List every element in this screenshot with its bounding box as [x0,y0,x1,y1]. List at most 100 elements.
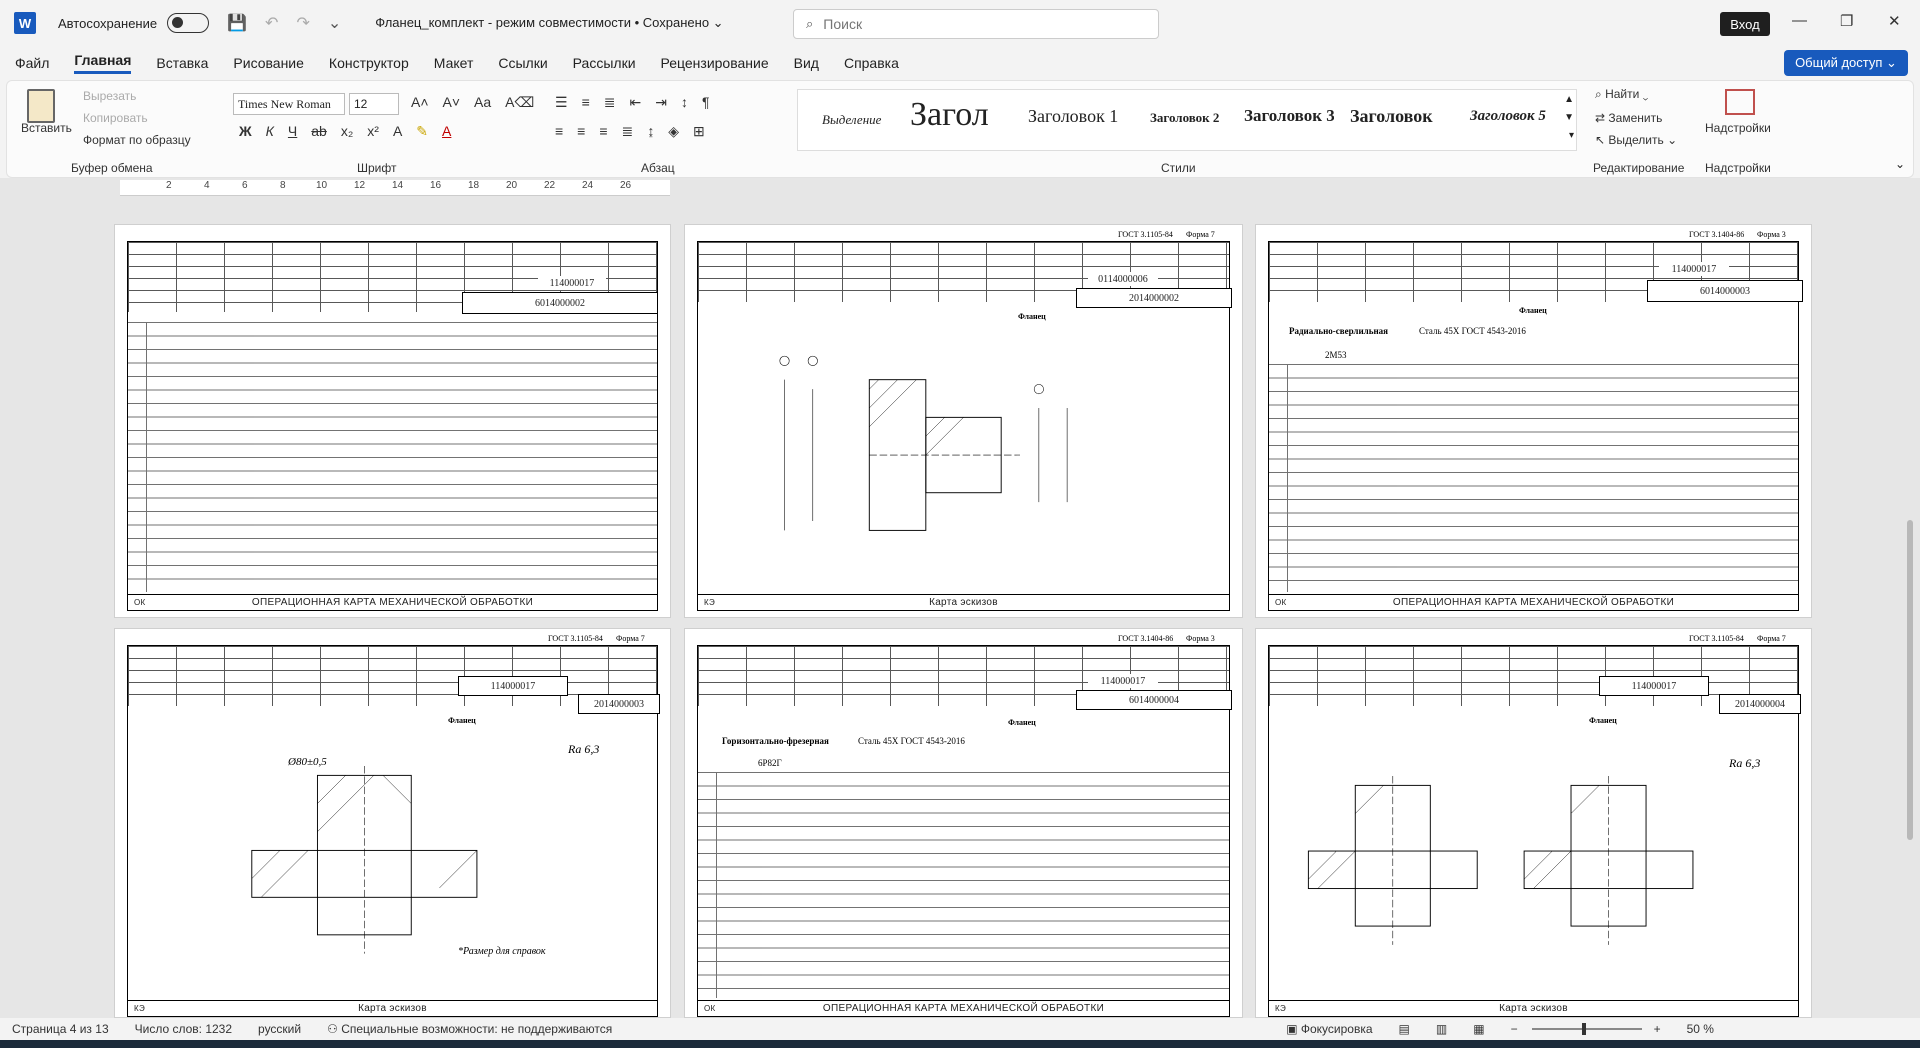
style-heading-3[interactable]: Заголовок 3 [1244,106,1334,126]
paste-button[interactable]: Вставить [21,121,72,135]
tab-layout[interactable]: Макет [434,55,474,71]
search-box[interactable]: ⌕ [793,9,1159,39]
paste-icon[interactable] [27,89,55,123]
web-layout-icon[interactable]: ▦ [1473,1022,1484,1036]
tab-help[interactable]: Справка [844,55,899,71]
align-center-icon[interactable]: ≡ [577,123,585,140]
styles-more-icon[interactable]: ▾ [1569,130,1574,141]
page-card-2[interactable]: ГОСТ 3.1404-86 Форма 3 114000017 6014000… [1255,224,1812,618]
select-button[interactable]: ↖ Выделить ⌄ [1595,133,1677,147]
tab-view[interactable]: Вид [794,55,819,71]
page-sketch-3[interactable]: ГОСТ 3.1105-84 Форма 7 114000017 2014000… [1255,628,1812,1018]
shrink-font-icon[interactable]: A˅ [443,94,461,111]
line-spacing-icon[interactable]: ↨ [647,123,654,140]
replace-button[interactable]: ⇄ Заменить [1595,111,1662,125]
borders-icon[interactable]: ⊞ [693,123,705,140]
zoom-out-icon[interactable]: − [1511,1022,1518,1036]
change-case-icon[interactable]: Aa [474,94,491,111]
zoom-in-icon[interactable]: + [1654,1022,1661,1036]
restore-icon[interactable]: ❐ [1840,12,1853,30]
addins-icon[interactable] [1725,89,1755,115]
increase-indent-icon[interactable]: ⇥ [655,94,667,111]
undo-icon[interactable]: ↶ [265,13,278,33]
word-logo-icon: W [14,12,36,34]
print-layout-icon[interactable]: ▥ [1436,1022,1447,1036]
font-color-icon[interactable]: A [442,123,451,140]
find-button[interactable]: ⌕ Найти ⌄ [1595,87,1648,102]
select-icon: ↖ [1595,133,1609,147]
horizontal-ruler[interactable]: 2 4 6 8 10 12 14 16 18 20 22 24 26 [120,180,670,196]
customize-toolbar-icon[interactable]: ⌄ [328,13,341,33]
zoom-slider-thumb[interactable] [1581,1023,1586,1035]
share-button[interactable]: Общий доступ ⌄ [1784,50,1908,76]
grow-font-icon[interactable]: A˄ [411,94,429,111]
strikethrough-icon[interactable]: ab [311,123,327,140]
tab-file[interactable]: Файл [15,55,49,71]
focus-mode-button[interactable]: ▣ Фокусировка [1286,1022,1372,1036]
minimize-icon[interactable]: — [1792,12,1807,29]
tab-draw[interactable]: Рисование [233,55,304,71]
vertical-scrollbar-thumb[interactable] [1907,520,1913,840]
sort-icon[interactable]: ↕ [681,94,688,111]
tab-insert[interactable]: Вставка [156,55,208,71]
numbering-icon[interactable]: ≡ [582,94,590,111]
redo-icon[interactable]: ↷ [296,13,309,33]
style-emphasis[interactable]: Выделение [822,112,881,128]
save-icon[interactable]: 💾 [227,13,247,33]
clear-format-icon[interactable]: A⌫ [505,94,534,111]
page-card-3[interactable]: ГОСТ 3.1404-86 Форма 3 114000017 6014000… [684,628,1243,1018]
login-button[interactable]: Вход [1720,12,1770,36]
underline-icon[interactable]: Ч [288,123,297,140]
page-sketch-2[interactable]: ГОСТ 3.1105-84 Форма 7 114000017 2014000… [114,628,671,1018]
accessibility-status[interactable]: ⚇ Специальные возможности: не поддержива… [327,1022,612,1036]
text-effects-icon[interactable]: A [393,123,402,140]
font-size-select[interactable]: 12 [349,93,399,115]
page-sketch-1[interactable]: ГОСТ 3.1105-84 Форма 7 0114000006 201400… [684,224,1243,618]
collapse-ribbon-icon[interactable]: ⌄ [1895,157,1905,171]
style-heading[interactable]: Заголовок [1350,106,1433,127]
word-count[interactable]: Число слов: 1232 [135,1022,232,1036]
multilevel-list-icon[interactable]: ≣ [604,94,616,111]
style-heading-1[interactable]: Заголовок 1 [1028,106,1118,127]
align-right-icon[interactable]: ≡ [599,123,607,140]
ribbon: Вставить Вырезать Копировать Формат по о… [6,80,1914,178]
tab-design[interactable]: Конструктор [329,55,409,71]
styles-scroll-up-icon[interactable]: ▲ [1564,94,1574,105]
autosave-toggle[interactable] [167,13,210,33]
style-heading-2[interactable]: Заголовок 2 [1150,110,1219,126]
justify-icon[interactable]: ≣ [622,123,634,140]
read-mode-icon[interactable]: ▤ [1399,1022,1410,1036]
italic-icon[interactable]: К [266,123,274,140]
shading-icon[interactable]: ◈ [668,123,679,140]
addins-button[interactable]: Надстройки [1705,121,1771,135]
document-canvas[interactable]: 2 4 6 8 10 12 14 16 18 20 22 24 26 11400… [0,178,1920,1018]
search-input[interactable] [823,16,1124,32]
tab-review[interactable]: Рецензирование [661,55,769,71]
zoom-level[interactable]: 50 % [1687,1022,1714,1036]
style-title[interactable]: Загол [910,96,989,134]
align-left-icon[interactable]: ≡ [555,123,563,140]
close-icon[interactable]: ✕ [1888,12,1901,30]
format-painter-button[interactable]: Формат по образцу [83,133,191,147]
superscript-icon[interactable]: x² [367,123,379,140]
tab-home[interactable]: Главная [74,52,132,74]
show-marks-icon[interactable]: ¶ [702,94,710,111]
zoom-slider[interactable] [1531,1023,1642,1035]
bullets-icon[interactable]: ☰ [555,94,568,111]
style-heading-5[interactable]: Заголовок 5 [1470,108,1546,125]
highlight-icon[interactable]: ✎ [416,123,428,140]
page-count[interactable]: Страница 4 из 13 [12,1022,109,1036]
language[interactable]: русский [258,1022,301,1036]
tab-references[interactable]: Ссылки [498,55,547,71]
subscript-icon[interactable]: x₂ [341,123,353,140]
copy-button[interactable]: Копировать [83,111,148,125]
doc-code-left: 114000017 [538,276,606,290]
styles-scroll-down-icon[interactable]: ▼ [1564,112,1574,123]
page-card-1[interactable]: 114000017 6014000002 ОК ОПЕРАЦИОННАЯ КАРТ… [114,224,671,618]
decrease-indent-icon[interactable]: ⇤ [629,94,641,111]
font-name-select[interactable]: Times New Roman [233,93,345,115]
tab-mailings[interactable]: Рассылки [573,55,636,71]
cut-button[interactable]: Вырезать [83,89,136,103]
bold-icon[interactable]: Ж [239,123,252,140]
document-title[interactable]: Фланец_комплект - режим совместимости • … [375,15,723,31]
